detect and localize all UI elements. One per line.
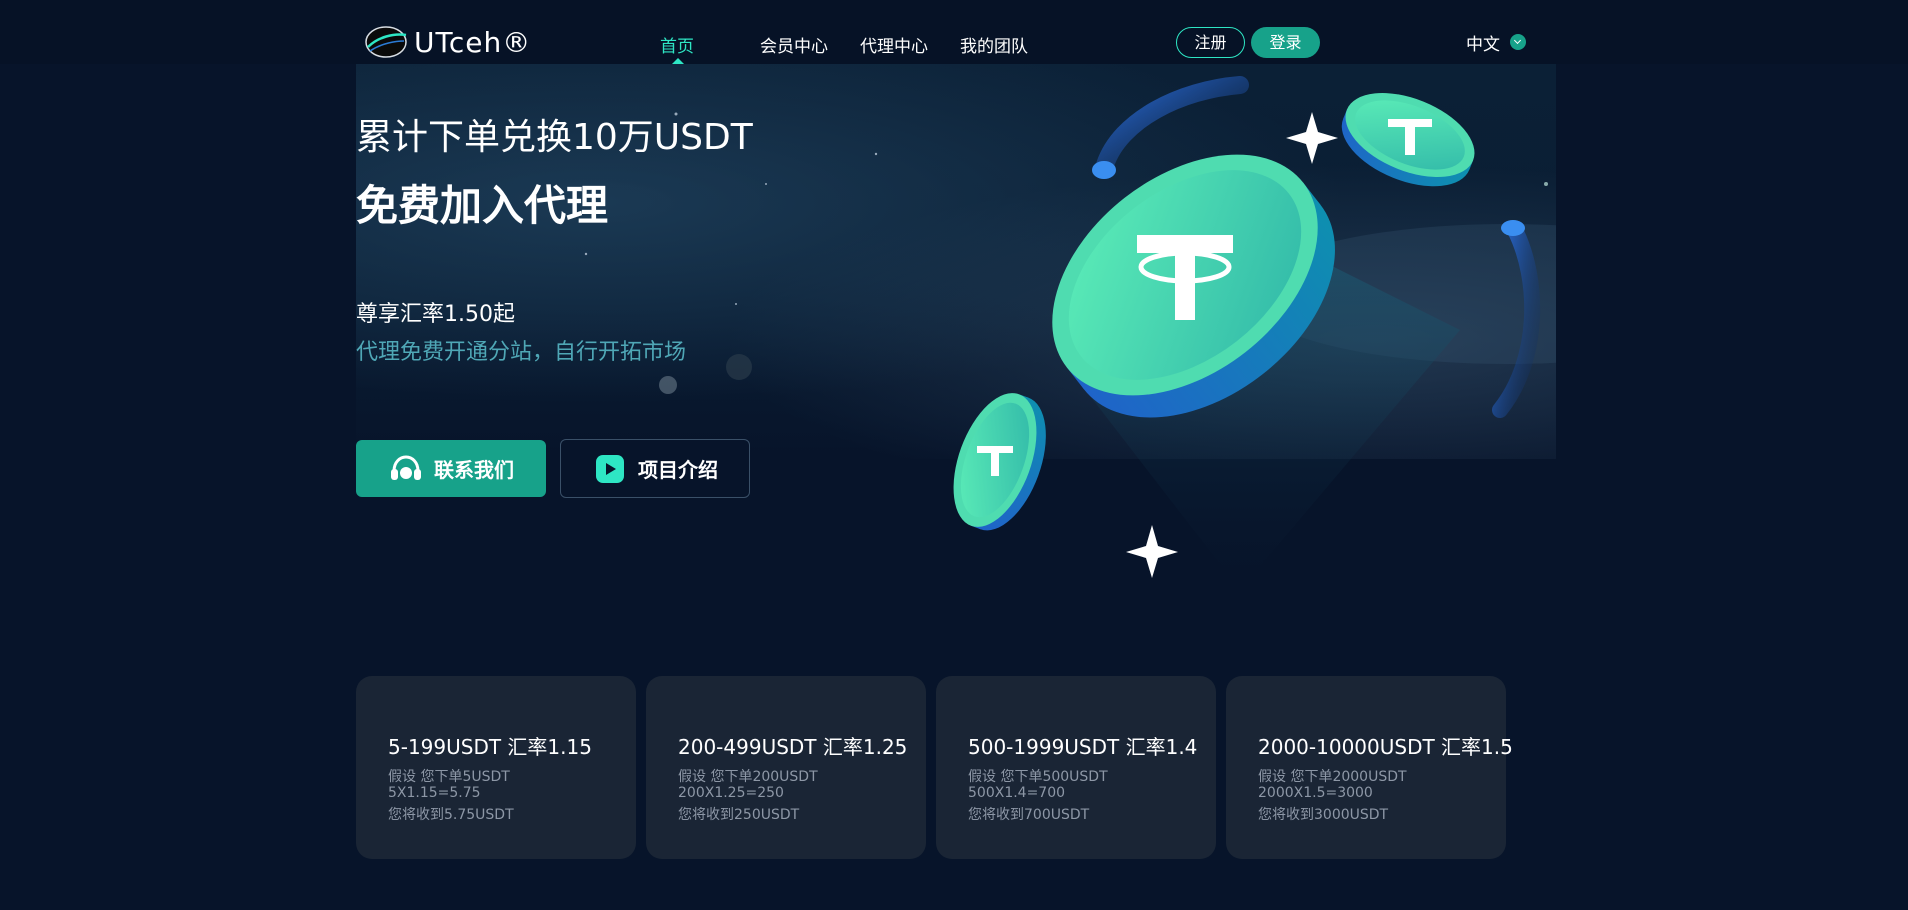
rate-card-title: 2000-10000USDT 汇率1.5 bbox=[1258, 735, 1513, 759]
nav-my-team[interactable]: 我的团队 bbox=[960, 32, 1028, 57]
rate-card-result: 您将收到5.75USDT bbox=[388, 807, 514, 823]
rate-card-result: 您将收到3000USDT bbox=[1258, 807, 1389, 823]
nav-home[interactable]: 首页 bbox=[660, 32, 694, 57]
hero-title: 免费加入代理 bbox=[356, 181, 609, 230]
language-selector[interactable]: 中文 bbox=[1466, 28, 1526, 56]
rate-card: 200-499USDT 汇率1.25 假设 您下单200USDT 200X1.2… bbox=[646, 676, 926, 859]
rate-card-formula: 2000X1.5=3000 bbox=[1258, 785, 1373, 801]
rate-card-example: 假设 您下单200USDT bbox=[678, 769, 818, 785]
hero-subtitle: 代理免费开通分站，自行开拓市场 bbox=[356, 340, 687, 365]
rate-card-formula: 500X1.4=700 bbox=[968, 785, 1066, 801]
rate-card-title: 500-1999USDT 汇率1.4 bbox=[968, 735, 1198, 759]
project-intro-button[interactable]: 项目介绍 bbox=[560, 439, 750, 498]
rate-card-title: 200-499USDT 汇率1.25 bbox=[678, 735, 908, 759]
nav-member-center[interactable]: 会员中心 bbox=[760, 32, 828, 57]
nav-agent-center[interactable]: 代理中心 bbox=[860, 32, 928, 57]
hero-headline: 累计下单兑换10万USDT bbox=[356, 117, 753, 158]
chevron-down-icon bbox=[1510, 34, 1526, 50]
rate-card-formula: 5X1.15=5.75 bbox=[388, 785, 481, 801]
rate-card: 2000-10000USDT 汇率1.5 假设 您下单2000USDT 2000… bbox=[1226, 676, 1513, 859]
language-label: 中文 bbox=[1466, 34, 1500, 55]
headset-icon bbox=[391, 454, 421, 480]
logo-text: UTceh® bbox=[414, 25, 532, 59]
login-button[interactable]: 登录 bbox=[1251, 27, 1320, 58]
rate-card-example: 假设 您下单5USDT bbox=[388, 769, 510, 785]
play-icon bbox=[596, 454, 624, 483]
site-logo[interactable]: UTceh® bbox=[364, 22, 531, 62]
rate-card-example: 假设 您下单2000USDT bbox=[1258, 769, 1407, 785]
rate-card-title: 5-199USDT 汇率1.15 bbox=[388, 735, 592, 759]
rate-card-result: 您将收到250USDT bbox=[678, 807, 800, 823]
project-intro-label: 项目介绍 bbox=[638, 458, 718, 482]
rate-card-example: 假设 您下单500USDT bbox=[968, 769, 1108, 785]
contact-us-button[interactable]: 联系我们 bbox=[356, 440, 546, 497]
contact-us-label: 联系我们 bbox=[434, 458, 514, 482]
top-navbar: UTceh® 首页 会员中心 代理中心 我的团队 注册 登录 中文 bbox=[0, 0, 1908, 65]
rate-card-result: 您将收到700USDT bbox=[968, 807, 1090, 823]
hero-rate-text: 尊享汇率1.50起 bbox=[356, 302, 515, 327]
rate-card: 500-1999USDT 汇率1.4 假设 您下单500USDT 500X1.4… bbox=[936, 676, 1216, 859]
rate-card: 5-199USDT 汇率1.15 假设 您下单5USDT 5X1.15=5.75… bbox=[356, 676, 636, 859]
register-button[interactable]: 注册 bbox=[1176, 27, 1245, 58]
usdt-coins-illustration-icon bbox=[953, 76, 1541, 590]
rate-card-formula: 200X1.25=250 bbox=[678, 785, 784, 801]
logo-planet-icon bbox=[365, 26, 407, 58]
